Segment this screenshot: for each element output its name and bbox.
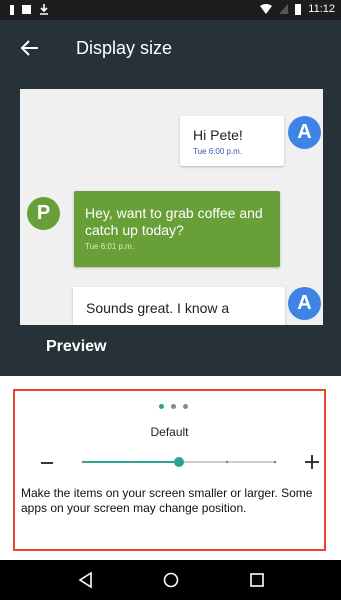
wifi-icon — [260, 4, 273, 14]
display-size-control: Default Make the items on your screen sm… — [13, 389, 326, 551]
status-bar: 11:12 — [0, 0, 341, 20]
slider-tick — [273, 460, 277, 464]
slider-thumb[interactable] — [174, 457, 184, 467]
message-text: Hi Pete! — [193, 127, 243, 143]
message-text: Hey, want to grab coffee and catch up to… — [85, 205, 263, 238]
navigation-bar — [0, 560, 341, 600]
slider-tick — [81, 460, 85, 464]
battery-icon — [295, 3, 302, 15]
display-size-description: Make the items on your screen smaller or… — [21, 486, 313, 515]
recents-square-icon[interactable] — [247, 570, 267, 590]
increase-size-button[interactable] — [303, 453, 321, 471]
decrease-size-button[interactable] — [39, 455, 55, 471]
message-time: Tue 6:01 p.m. — [85, 242, 135, 251]
chat-preview: Hi Pete! Tue 6:00 p.m. A P Hey, want to … — [20, 89, 323, 325]
page-dot-active — [159, 404, 164, 409]
page-dot — [171, 404, 176, 409]
avatar-p: P — [27, 197, 60, 230]
avatar-a: A — [288, 116, 321, 149]
page-dot — [183, 404, 188, 409]
signal-icon — [279, 4, 289, 14]
message-text: Sounds great. I know a — [86, 300, 230, 316]
chat-message-3: Sounds great. I know a — [73, 287, 285, 325]
settings-area: Default Make the items on your screen sm… — [0, 376, 341, 560]
home-circle-icon[interactable] — [161, 570, 181, 590]
slider-tick — [225, 460, 229, 464]
display-size-slider[interactable] — [80, 452, 278, 472]
status-time: 11:12 — [308, 3, 335, 15]
back-arrow-icon[interactable] — [18, 36, 42, 60]
notification-icon — [10, 4, 14, 15]
preview-label: Preview — [46, 338, 107, 355]
avatar-a: A — [288, 287, 321, 320]
message-time: Tue 6:00 p.m. — [193, 147, 243, 156]
chat-message-2: Hey, want to grab coffee and catch up to… — [74, 191, 280, 267]
download-icon — [40, 4, 48, 15]
app-toolbar: Display size — [0, 20, 341, 76]
gallery-icon — [22, 5, 31, 14]
display-size-label: Default — [150, 425, 189, 439]
preview-area: Hi Pete! Tue 6:00 p.m. A P Hey, want to … — [0, 76, 341, 376]
back-triangle-icon[interactable] — [76, 570, 96, 590]
status-indicators: 11:12 — [260, 3, 335, 15]
screen: 11:12 Display size Hi Pete! Tue 6:00 p.m… — [0, 0, 341, 600]
slider-tick — [129, 460, 133, 464]
status-notifications — [10, 4, 49, 15]
page-title: Display size — [76, 38, 173, 58]
page-indicator — [159, 404, 188, 409]
chat-message-1: Hi Pete! Tue 6:00 p.m. — [180, 116, 284, 166]
